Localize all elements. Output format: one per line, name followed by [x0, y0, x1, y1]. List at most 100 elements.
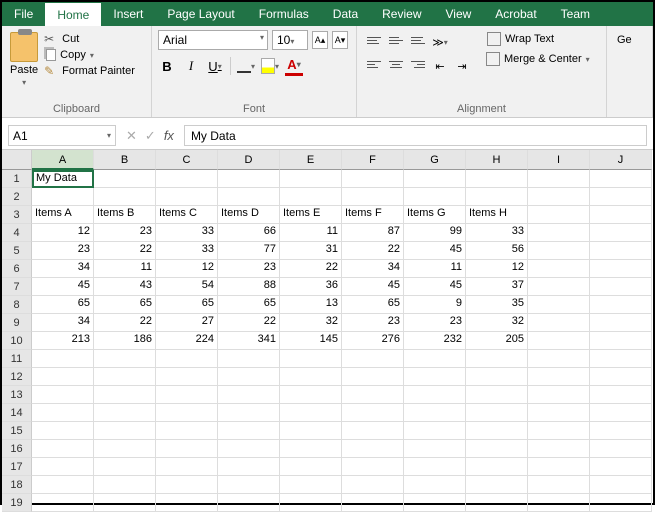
cell-H16[interactable]: [466, 440, 528, 458]
cell-H1[interactable]: [466, 170, 528, 188]
font-size-select[interactable]: 10▾: [272, 30, 308, 50]
cell-G3[interactable]: Items G: [404, 206, 466, 224]
cell-J14[interactable]: [590, 404, 652, 422]
cell-J2[interactable]: [590, 188, 652, 206]
cell-G8[interactable]: 9: [404, 296, 466, 314]
tab-insert[interactable]: Insert: [101, 2, 155, 26]
cell-B1[interactable]: [94, 170, 156, 188]
cell-H4[interactable]: 33: [466, 224, 528, 242]
cell-F5[interactable]: 22: [342, 242, 404, 260]
align-center-button[interactable]: [387, 56, 405, 72]
cell-I5[interactable]: [528, 242, 590, 260]
tab-formulas[interactable]: Formulas: [247, 2, 321, 26]
cell-D5[interactable]: 77: [218, 242, 280, 260]
cell-G17[interactable]: [404, 458, 466, 476]
cell-H3[interactable]: Items H: [466, 206, 528, 224]
paste-button[interactable]: Paste: [10, 64, 38, 76]
cell-I16[interactable]: [528, 440, 590, 458]
cell-C13[interactable]: [156, 386, 218, 404]
cell-C11[interactable]: [156, 350, 218, 368]
cell-H15[interactable]: [466, 422, 528, 440]
cell-D4[interactable]: 66: [218, 224, 280, 242]
cell-D17[interactable]: [218, 458, 280, 476]
cell-I14[interactable]: [528, 404, 590, 422]
row-header-12[interactable]: 12: [2, 368, 32, 386]
cell-J3[interactable]: [590, 206, 652, 224]
cell-B9[interactable]: 22: [94, 314, 156, 332]
cell-B15[interactable]: [94, 422, 156, 440]
cell-D10[interactable]: 341: [218, 332, 280, 350]
cell-H14[interactable]: [466, 404, 528, 422]
cell-J19[interactable]: [590, 494, 652, 512]
cell-E8[interactable]: 13: [280, 296, 342, 314]
cell-E16[interactable]: [280, 440, 342, 458]
cell-J10[interactable]: [590, 332, 652, 350]
paste-icon[interactable]: [10, 32, 38, 62]
cell-H2[interactable]: [466, 188, 528, 206]
cell-E2[interactable]: [280, 188, 342, 206]
cell-C9[interactable]: 27: [156, 314, 218, 332]
cell-D1[interactable]: [218, 170, 280, 188]
row-header-14[interactable]: 14: [2, 404, 32, 422]
cell-B13[interactable]: [94, 386, 156, 404]
cell-H7[interactable]: 37: [466, 278, 528, 296]
cell-A10[interactable]: 213: [32, 332, 94, 350]
tab-file[interactable]: File: [2, 2, 45, 26]
cell-F16[interactable]: [342, 440, 404, 458]
row-header-7[interactable]: 7: [2, 278, 32, 296]
cell-B5[interactable]: 22: [94, 242, 156, 260]
cell-I3[interactable]: [528, 206, 590, 224]
cell-H9[interactable]: 32: [466, 314, 528, 332]
row-header-18[interactable]: 18: [2, 476, 32, 494]
cell-H8[interactable]: 35: [466, 296, 528, 314]
cell-B11[interactable]: [94, 350, 156, 368]
cell-B6[interactable]: 11: [94, 260, 156, 278]
cell-A1[interactable]: My Data: [32, 170, 94, 188]
cell-A3[interactable]: Items A: [32, 206, 94, 224]
row-header-15[interactable]: 15: [2, 422, 32, 440]
copy-button[interactable]: Copy▾: [44, 49, 135, 61]
cell-G10[interactable]: 232: [404, 332, 466, 350]
cell-C15[interactable]: [156, 422, 218, 440]
cell-F1[interactable]: [342, 170, 404, 188]
cell-B17[interactable]: [94, 458, 156, 476]
cell-G16[interactable]: [404, 440, 466, 458]
accept-formula-icon[interactable]: ✓: [145, 128, 156, 144]
cell-C12[interactable]: [156, 368, 218, 386]
cell-G2[interactable]: [404, 188, 466, 206]
align-middle-button[interactable]: [387, 32, 405, 48]
cell-G9[interactable]: 23: [404, 314, 466, 332]
cell-I15[interactable]: [528, 422, 590, 440]
cell-H18[interactable]: [466, 476, 528, 494]
row-header-4[interactable]: 4: [2, 224, 32, 242]
cell-A8[interactable]: 65: [32, 296, 94, 314]
tab-review[interactable]: Review: [370, 2, 433, 26]
cell-C5[interactable]: 33: [156, 242, 218, 260]
cell-C7[interactable]: 54: [156, 278, 218, 296]
cell-D15[interactable]: [218, 422, 280, 440]
cell-A7[interactable]: 45: [32, 278, 94, 296]
cell-G13[interactable]: [404, 386, 466, 404]
cell-I13[interactable]: [528, 386, 590, 404]
font-color-button[interactable]: A▾: [285, 56, 303, 76]
cell-C4[interactable]: 33: [156, 224, 218, 242]
cell-B16[interactable]: [94, 440, 156, 458]
align-right-button[interactable]: [409, 56, 427, 72]
cell-D18[interactable]: [218, 476, 280, 494]
cell-B18[interactable]: [94, 476, 156, 494]
cell-F15[interactable]: [342, 422, 404, 440]
row-header-16[interactable]: 16: [2, 440, 32, 458]
cell-E12[interactable]: [280, 368, 342, 386]
cell-H5[interactable]: 56: [466, 242, 528, 260]
increase-indent-button[interactable]: ⇥: [453, 56, 471, 76]
row-header-11[interactable]: 11: [2, 350, 32, 368]
cell-E5[interactable]: 31: [280, 242, 342, 260]
cell-A19[interactable]: [32, 494, 94, 512]
bold-button[interactable]: B: [158, 56, 176, 76]
cell-B10[interactable]: 186: [94, 332, 156, 350]
cell-C2[interactable]: [156, 188, 218, 206]
cell-H10[interactable]: 205: [466, 332, 528, 350]
wrap-text-button[interactable]: Wrap Text: [483, 30, 593, 48]
cell-I11[interactable]: [528, 350, 590, 368]
cell-C6[interactable]: 12: [156, 260, 218, 278]
